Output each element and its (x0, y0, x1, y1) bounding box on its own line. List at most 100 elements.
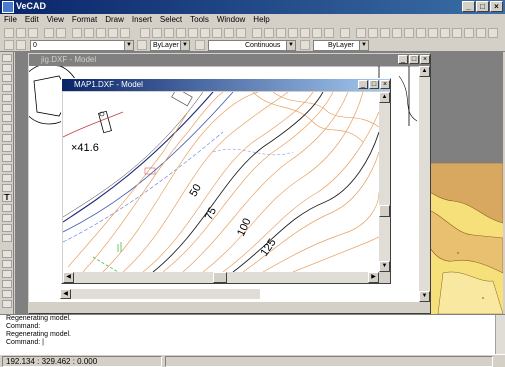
scroll-left-icon[interactable]: ◀ (60, 289, 71, 299)
map1-window[interactable]: MAP1.DXF - Model _ □ × 50 75 100 125 ×41… (61, 78, 391, 284)
scroll-thumb[interactable] (379, 205, 390, 217)
jig-vertical-scrollbar[interactable]: ▲ ▼ (419, 66, 430, 302)
map1-maximize-button[interactable]: □ (369, 80, 379, 89)
scroll-down-icon[interactable]: ▼ (419, 291, 430, 302)
resize-grip-icon[interactable] (495, 357, 504, 366)
lineweight-icon[interactable] (300, 40, 310, 50)
linetype-icon[interactable] (195, 40, 205, 50)
cut-icon[interactable] (252, 28, 262, 38)
color-select[interactable]: ByLayer ▼ (150, 40, 190, 51)
text-tool-icon[interactable]: T (2, 194, 12, 202)
angle-icon[interactable] (416, 28, 426, 38)
block-insert-icon[interactable] (2, 174, 12, 182)
menu-select[interactable]: Select (156, 14, 186, 24)
view-1-icon[interactable] (140, 28, 150, 38)
view-4-icon[interactable] (176, 28, 186, 38)
close-button[interactable]: × (490, 1, 503, 12)
view-7-icon[interactable] (212, 28, 222, 38)
chevron-down-icon[interactable]: ▼ (286, 41, 295, 50)
chevron-down-icon[interactable]: ▼ (180, 41, 189, 50)
scale-tool-icon[interactable] (2, 280, 12, 288)
menu-window[interactable]: Window (213, 14, 249, 24)
spline-tool-icon[interactable] (2, 134, 12, 142)
map1-minimize-button[interactable]: _ (358, 80, 368, 89)
jig-horizontal-scrollbar[interactable]: ◀ (60, 289, 260, 299)
pan-icon[interactable] (120, 28, 130, 38)
grid-icon[interactable] (488, 28, 498, 38)
undo-icon[interactable] (288, 28, 298, 38)
menu-draw[interactable]: Draw (101, 14, 128, 24)
jig-close-button[interactable]: × (420, 55, 430, 64)
erase-tool-icon[interactable] (2, 300, 12, 308)
layer-select[interactable]: 0 ▼ (30, 40, 134, 51)
jig-window-titlebar[interactable]: jig.DXF - Model _ □ × (29, 54, 430, 66)
arc-tool-icon[interactable] (2, 104, 12, 112)
perpendicular-icon[interactable] (428, 28, 438, 38)
properties-icon[interactable] (340, 28, 350, 38)
dimension-tool-icon[interactable] (2, 214, 12, 222)
circle-icon[interactable] (380, 28, 390, 38)
chevron-down-icon[interactable]: ▼ (359, 41, 368, 50)
fill-icon[interactable] (324, 28, 334, 38)
map1-close-button[interactable]: × (380, 80, 390, 89)
elliptic-arc-icon[interactable] (2, 164, 12, 172)
endpoint-icon[interactable] (440, 28, 450, 38)
save-icon[interactable] (28, 28, 38, 38)
minimize-button[interactable]: _ (462, 1, 475, 12)
view-9-icon[interactable] (236, 28, 246, 38)
zoom-out-icon[interactable] (84, 28, 94, 38)
zoom-extents-icon[interactable] (108, 28, 118, 38)
copy-icon[interactable] (264, 28, 274, 38)
lineweight-select[interactable]: ByLayer ▼ (313, 40, 369, 51)
diamond-icon[interactable] (392, 28, 402, 38)
scroll-thumb[interactable] (213, 272, 227, 283)
jig-minimize-button[interactable]: _ (398, 55, 408, 64)
zoom-in-icon[interactable] (72, 28, 82, 38)
menu-tools[interactable]: Tools (186, 14, 213, 24)
menu-file[interactable]: File (0, 14, 21, 24)
map1-canvas[interactable]: 50 75 100 125 ×41.6 (63, 92, 379, 272)
linetype-select[interactable]: Continuous ▼ (208, 40, 296, 51)
intersection-icon[interactable] (452, 28, 462, 38)
menu-insert[interactable]: Insert (128, 14, 156, 24)
rectangle-tool-icon[interactable] (2, 124, 12, 132)
scroll-up-icon[interactable]: ▲ (419, 66, 430, 77)
color-swatch-icon[interactable] (137, 40, 147, 50)
polyline-tool-icon[interactable] (2, 64, 12, 72)
zoom-window-icon[interactable] (96, 28, 106, 38)
construction-line-icon[interactable] (2, 84, 12, 92)
hatch-icon[interactable] (312, 28, 322, 38)
ellipse-tool-icon[interactable] (2, 154, 12, 162)
command-input[interactable]: Command: | (0, 339, 505, 347)
mirror-tool-icon[interactable] (2, 290, 12, 298)
move-tool-icon[interactable] (2, 250, 12, 258)
open-folder-icon[interactable] (16, 28, 26, 38)
snap-off-icon[interactable] (464, 28, 474, 38)
redo-icon[interactable] (300, 28, 310, 38)
table-tool-icon[interactable] (2, 234, 12, 242)
print-preview-icon[interactable] (56, 28, 66, 38)
maximize-button[interactable]: □ (476, 1, 489, 12)
scroll-left-icon[interactable]: ◀ (63, 272, 74, 283)
multiline-icon[interactable] (2, 94, 12, 102)
point-tool-icon[interactable] (2, 74, 12, 82)
triangle-icon[interactable] (368, 28, 378, 38)
image-tool-icon[interactable] (2, 204, 12, 212)
view-6-icon[interactable] (200, 28, 210, 38)
jig-maximize-button[interactable]: □ (409, 55, 419, 64)
polygon-tool-icon[interactable] (2, 114, 12, 122)
copy-tool-icon[interactable] (2, 260, 12, 268)
command-window[interactable]: Regenerating model. Command: Regeneratin… (0, 314, 505, 355)
rectangle-icon[interactable] (356, 28, 366, 38)
layers-dialog-icon[interactable] (4, 40, 14, 50)
map1-window-titlebar[interactable]: MAP1.DXF - Model _ □ × (62, 79, 390, 91)
cross-icon[interactable] (404, 28, 414, 38)
rotate-tool-icon[interactable] (2, 270, 12, 278)
paste-icon[interactable] (276, 28, 286, 38)
map1-vertical-scrollbar[interactable]: ▲ ▼ (379, 92, 390, 272)
new-file-icon[interactable] (4, 28, 14, 38)
chevron-down-icon[interactable]: ▼ (124, 41, 133, 50)
map1-horizontal-scrollbar[interactable]: ◀ ▶ (63, 272, 379, 283)
snap-mode-icon[interactable] (476, 28, 486, 38)
menu-help[interactable]: Help (249, 14, 273, 24)
